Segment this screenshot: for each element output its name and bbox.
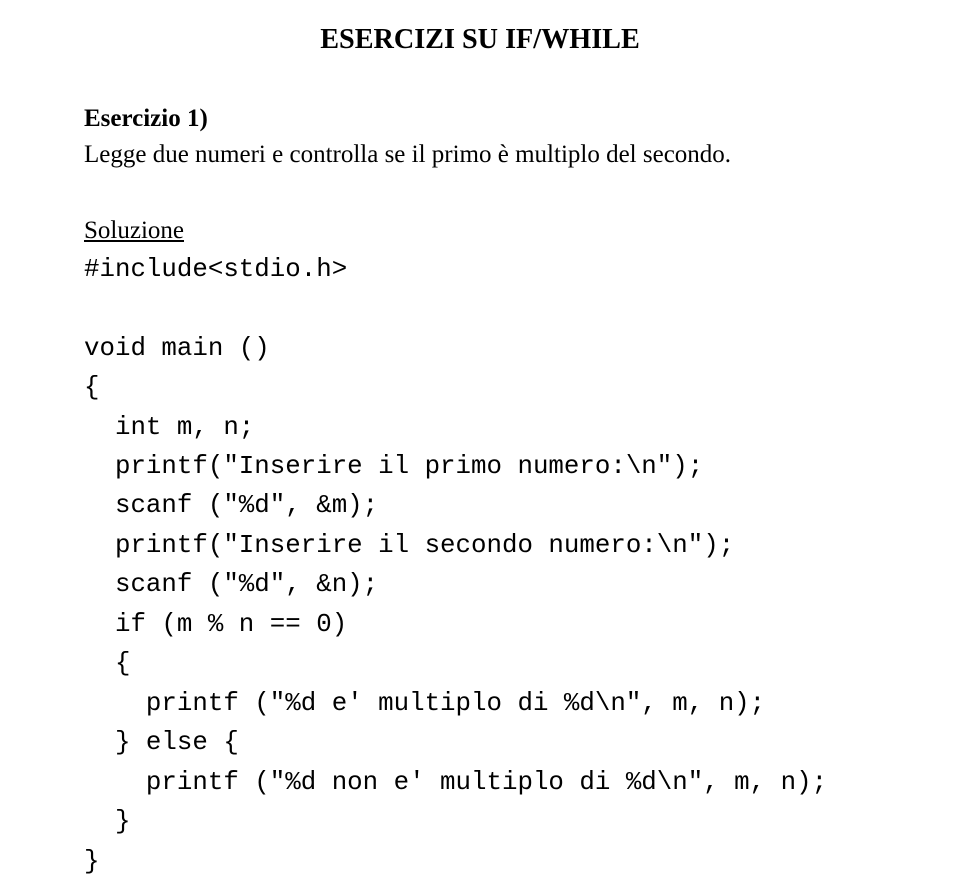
- code-block: #include<stdio.h> void main () { int m, …: [84, 250, 876, 881]
- code-line: }: [84, 807, 130, 836]
- code-line: scanf ("%d", &m);: [84, 491, 378, 520]
- code-line: #include<stdio.h>: [84, 255, 347, 284]
- exercise-heading: Esercizio 1): [84, 101, 876, 137]
- code-line: }: [84, 847, 99, 876]
- code-line: printf ("%d non e' multiplo di %d\n", m,…: [84, 768, 827, 797]
- code-line: } else {: [84, 728, 239, 757]
- exercise-body: Legge due numeri e controlla se il primo…: [84, 137, 876, 173]
- code-line: {: [84, 373, 99, 402]
- page-title: ESERCIZI SU IF/WHILE: [84, 20, 876, 61]
- code-line: void main (): [84, 334, 270, 363]
- code-line: {: [84, 649, 130, 678]
- solution-label: Soluzione: [84, 213, 876, 249]
- code-line: if (m % n == 0): [84, 610, 347, 639]
- code-line: int m, n;: [84, 413, 254, 442]
- document-page: ESERCIZI SU IF/WHILE Esercizio 1) Legge …: [0, 0, 960, 859]
- code-line: printf ("%d e' multiplo di %d\n", m, n);: [84, 689, 765, 718]
- code-line: printf("Inserire il primo numero:\n");: [84, 452, 703, 481]
- code-line: scanf ("%d", &n);: [84, 570, 378, 599]
- code-line: printf("Inserire il secondo numero:\n");: [84, 531, 734, 560]
